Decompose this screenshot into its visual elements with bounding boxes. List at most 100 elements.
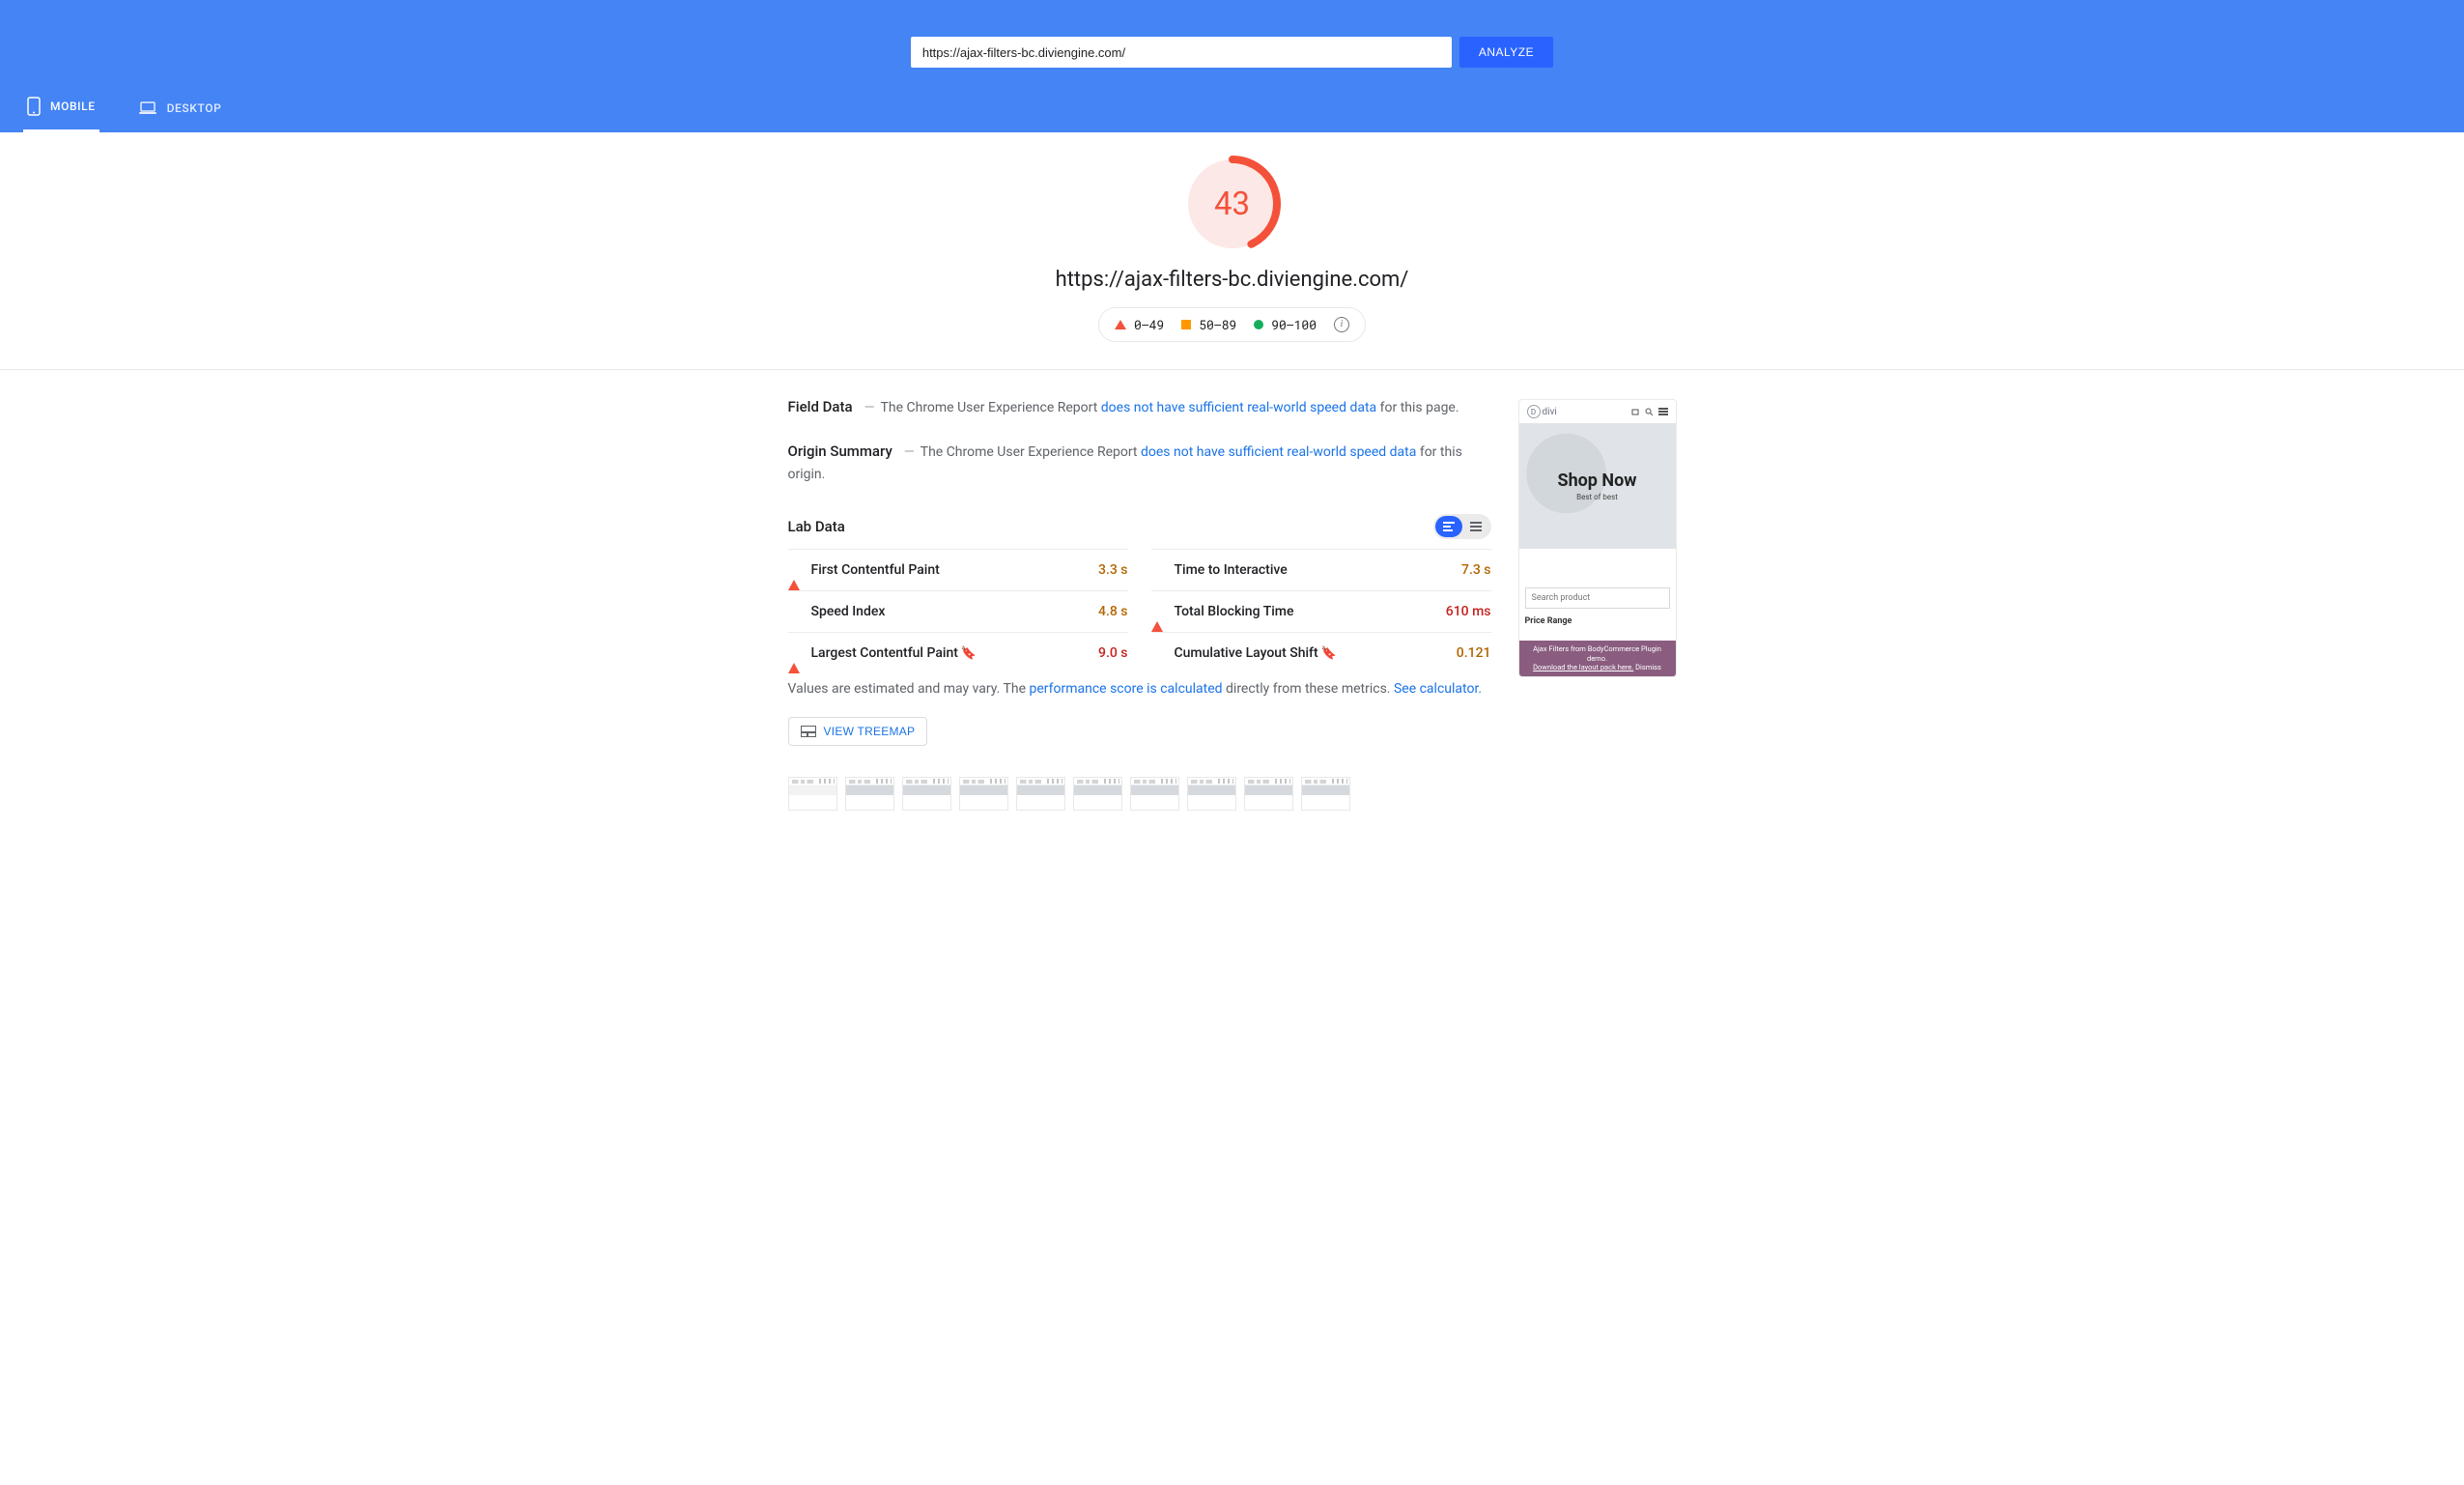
preview-banner: Ajax Filters from BodyCommerce Plugin de… bbox=[1519, 641, 1676, 676]
filmstrip-thumb[interactable] bbox=[1301, 777, 1350, 811]
preview-hero-sub: Best of best bbox=[1576, 493, 1618, 501]
preview-logo-icon: D bbox=[1527, 405, 1541, 418]
view-treemap-label: VIEW TREEMAP bbox=[824, 725, 916, 738]
main: 43 https://ajax-filters-bc.diviengine.co… bbox=[0, 132, 2464, 849]
treemap-icon bbox=[801, 726, 816, 737]
legend-good: 90–100 bbox=[1254, 316, 1317, 333]
perf-score-link[interactable]: performance score is calculated bbox=[1030, 681, 1223, 697]
field-data-suffix: for this page. bbox=[1376, 400, 1459, 415]
preview-hero: Shop Now Best of best bbox=[1519, 423, 1676, 549]
tested-url: https://ajax-filters-bc.diviengine.com/ bbox=[0, 268, 2464, 292]
analyze-button[interactable]: ANALYZE bbox=[1459, 37, 1553, 68]
metric-row[interactable]: First Contentful Paint3.3 s bbox=[788, 549, 1128, 590]
metric-value: 7.3 s bbox=[1461, 562, 1491, 578]
metric-row[interactable]: Total Blocking Time610 ms bbox=[1151, 590, 1491, 632]
metric-view-toggle bbox=[1433, 514, 1491, 539]
preview-banner-l1: Ajax Filters from BodyCommerce Plugin de… bbox=[1533, 644, 1661, 663]
laptop-icon bbox=[138, 101, 157, 115]
legend-mid: 50–89 bbox=[1181, 316, 1236, 333]
score-legend: 0–49 50–89 90–100 i bbox=[1098, 307, 1366, 342]
view-treemap-button[interactable]: VIEW TREEMAP bbox=[788, 717, 928, 746]
metrics-footnote: Values are estimated and may vary. The p… bbox=[788, 679, 1491, 700]
triangle-icon bbox=[1151, 606, 1163, 632]
triangle-icon bbox=[788, 564, 800, 590]
circle-icon bbox=[1254, 320, 1263, 329]
bars-center-icon bbox=[1470, 522, 1482, 531]
filmstrip-thumb[interactable] bbox=[959, 777, 1008, 811]
lab-data-header: Lab Data bbox=[788, 514, 1491, 539]
preview-banner-dismiss: Dismiss bbox=[1633, 663, 1661, 671]
bars-left-icon bbox=[1443, 522, 1455, 531]
legend-poor-text: 0–49 bbox=[1134, 316, 1164, 333]
tab-mobile[interactable]: MOBILE bbox=[23, 91, 99, 132]
metrics-col-left: First Contentful Paint3.3 sSpeed Index4.… bbox=[788, 549, 1128, 673]
preview-topbar: D divi bbox=[1519, 400, 1676, 423]
metric-name: Total Blocking Time bbox=[1175, 604, 1446, 619]
tab-desktop-label: DESKTOP bbox=[167, 101, 222, 115]
filmstrip-thumb[interactable] bbox=[1016, 777, 1065, 811]
metric-value: 3.3 s bbox=[1098, 562, 1128, 578]
bookmark-icon: 🔖 bbox=[961, 646, 977, 661]
metric-value: 9.0 s bbox=[1098, 645, 1128, 661]
preview-header-icons bbox=[1631, 408, 1668, 415]
device-tabs: MOBILE DESKTOP bbox=[0, 91, 2464, 132]
field-data-prefix: The Chrome User Experience Report bbox=[881, 400, 1101, 415]
metric-name: Largest Contentful Paint🔖 bbox=[811, 645, 1099, 661]
metric-name: Cumulative Layout Shift🔖 bbox=[1175, 645, 1457, 661]
metric-row[interactable]: Largest Contentful Paint🔖9.0 s bbox=[788, 632, 1128, 673]
square-icon bbox=[1181, 320, 1191, 329]
origin-summary-prefix: The Chrome User Experience Report bbox=[920, 444, 1141, 460]
metric-row[interactable]: Speed Index4.8 s bbox=[788, 590, 1128, 632]
origin-summary-text: Origin Summary—The Chrome User Experienc… bbox=[788, 440, 1491, 485]
preview-price-label: Price Range bbox=[1525, 616, 1670, 626]
tab-mobile-label: MOBILE bbox=[50, 100, 96, 113]
origin-summary-link[interactable]: does not have sufficient real-world spee… bbox=[1141, 444, 1416, 460]
score-gauge: 43 bbox=[1184, 156, 1281, 252]
metric-row[interactable]: Time to Interactive7.3 s bbox=[1151, 549, 1491, 590]
menu-icon bbox=[1658, 408, 1668, 415]
footnote-p1: Values are estimated and may vary. The bbox=[788, 681, 1030, 697]
filmstrip-thumb[interactable] bbox=[788, 777, 837, 811]
lab-data-title: Lab Data bbox=[788, 518, 845, 535]
origin-summary-title: Origin Summary bbox=[788, 443, 892, 460]
preview-banner-link: Download the layout pack here. bbox=[1533, 663, 1633, 671]
phone-icon bbox=[27, 97, 41, 116]
left-column: Field Data—The Chrome User Experience Re… bbox=[788, 395, 1491, 811]
metric-name: Speed Index bbox=[811, 604, 1099, 619]
cart-icon bbox=[1631, 408, 1639, 415]
filmstrip-thumb[interactable] bbox=[1073, 777, 1122, 811]
filmstrip-thumb[interactable] bbox=[845, 777, 894, 811]
field-data-text: Field Data—The Chrome User Experience Re… bbox=[788, 395, 1491, 418]
toggle-view-compact[interactable] bbox=[1462, 516, 1489, 537]
metric-value: 610 ms bbox=[1446, 604, 1491, 619]
metric-name: First Contentful Paint bbox=[811, 562, 1099, 578]
content: Field Data—The Chrome User Experience Re… bbox=[769, 370, 1696, 849]
metric-row[interactable]: Cumulative Layout Shift🔖0.121 bbox=[1151, 632, 1491, 673]
info-icon[interactable]: i bbox=[1334, 317, 1349, 332]
preview-logo-text: divi bbox=[1543, 407, 1557, 417]
preview-search: Search product bbox=[1525, 587, 1670, 609]
legend-good-text: 90–100 bbox=[1271, 316, 1317, 333]
field-data-link[interactable]: does not have sufficient real-world spee… bbox=[1101, 400, 1376, 415]
metric-value: 4.8 s bbox=[1098, 604, 1128, 619]
filmstrip bbox=[788, 777, 1491, 811]
legend-mid-text: 50–89 bbox=[1199, 316, 1236, 333]
search-icon bbox=[1645, 408, 1653, 415]
calculator-link[interactable]: See calculator. bbox=[1394, 681, 1482, 697]
metrics-col-right: Time to Interactive7.3 sTotal Blocking T… bbox=[1151, 549, 1491, 673]
filmstrip-thumb[interactable] bbox=[1187, 777, 1236, 811]
metric-value: 0.121 bbox=[1457, 645, 1491, 661]
metrics-grid: First Contentful Paint3.3 sSpeed Index4.… bbox=[788, 549, 1491, 673]
toggle-view-expanded[interactable] bbox=[1435, 516, 1462, 537]
filmstrip-thumb[interactable] bbox=[1244, 777, 1293, 811]
tab-desktop[interactable]: DESKTOP bbox=[134, 91, 226, 132]
app-header: ANALYZE MOBILE DESKTOP bbox=[0, 0, 2464, 132]
triangle-icon bbox=[788, 647, 800, 673]
search-row: ANALYZE bbox=[0, 0, 2464, 91]
footnote-p2: directly from these metrics. bbox=[1223, 681, 1394, 697]
url-input[interactable] bbox=[911, 37, 1452, 68]
legend-poor: 0–49 bbox=[1115, 316, 1164, 333]
filmstrip-thumb[interactable] bbox=[1130, 777, 1179, 811]
filmstrip-thumb[interactable] bbox=[902, 777, 951, 811]
score-area: 43 https://ajax-filters-bc.diviengine.co… bbox=[0, 132, 2464, 370]
